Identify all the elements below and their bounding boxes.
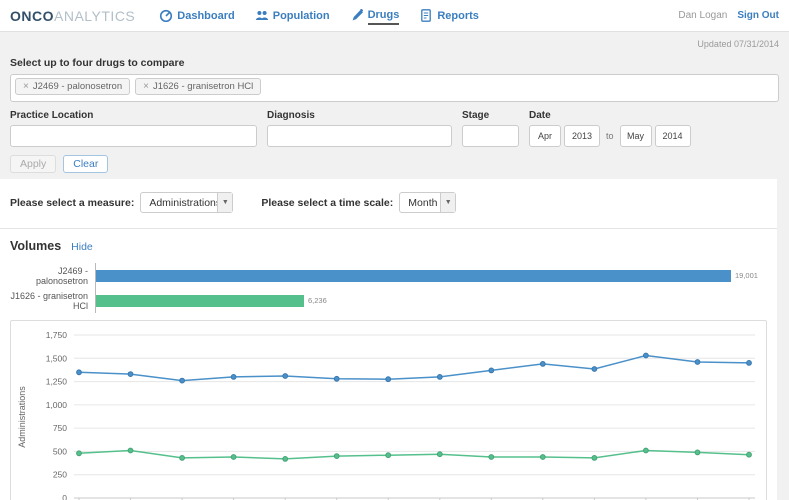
drug-tag-label: J1626 - granisetron HCl: [153, 81, 253, 92]
logo-primary: ONCO: [10, 8, 54, 24]
remove-tag-icon[interactable]: ×: [143, 81, 149, 92]
user-name: Dan Logan: [678, 10, 727, 21]
measure-select-value: Administrations: [141, 193, 217, 212]
bar-track: 19,001: [95, 263, 767, 288]
volumes-title: Volumes: [10, 239, 61, 253]
bar-row: J1626 - granisetron HCl 6,236: [10, 288, 767, 313]
nav-label: Dashboard: [177, 8, 234, 24]
svg-text:Administrations: Administrations: [17, 386, 27, 448]
drug-tag-label: J2469 - palonosetron: [33, 81, 122, 92]
dashboard-icon: [159, 9, 173, 22]
bar-label: J2469 - palonosetron: [10, 266, 95, 286]
nav-label: Population: [273, 8, 330, 24]
bar-value: 6,236: [308, 296, 327, 305]
date-from-month-select[interactable]: Apr: [529, 125, 561, 147]
drug-selector-label: Select up to four drugs to compare: [10, 57, 779, 69]
main-nav: Dashboard Population Drugs Reports: [149, 0, 489, 31]
svg-text:1,250: 1,250: [46, 377, 68, 387]
diagnosis-input[interactable]: [267, 125, 452, 147]
drug-tag[interactable]: × J2469 - palonosetron: [15, 78, 130, 95]
date-field: Date Apr 2013 to May 2014: [529, 110, 691, 147]
sign-out-link[interactable]: Sign Out: [737, 10, 779, 21]
nav-item-dashboard[interactable]: Dashboard: [149, 0, 244, 31]
bar-row: J2469 - palonosetron 19,001: [10, 263, 767, 288]
date-to-year-select[interactable]: 2014: [655, 125, 691, 147]
administrations-line-chart: 02505007501,0001,2501,5001,750Apr '13May…: [11, 321, 766, 500]
measure-controls-row: Please select a measure: Administrations…: [0, 179, 777, 229]
svg-text:250: 250: [53, 470, 67, 480]
bar-label: J1626 - granisetron HCl: [10, 291, 95, 311]
filter-buttons-row: Apply Clear: [10, 155, 779, 173]
main-panel: Please select a measure: Administrations…: [0, 179, 777, 500]
bar-track: 6,236: [95, 288, 767, 313]
apply-button[interactable]: Apply: [10, 155, 56, 173]
measure-select[interactable]: Administrations ▼: [140, 192, 233, 213]
svg-text:500: 500: [53, 446, 67, 456]
measure-select-label: Please select a measure:: [10, 197, 134, 209]
drugs-dropper-icon: [350, 9, 364, 22]
administrations-line-chart-box: 02505007501,0001,2501,5001,750Apr '13May…: [10, 320, 767, 500]
population-icon: [255, 9, 269, 22]
volumes-section: Volumes Hide J2469 - palonosetron 19,001…: [0, 229, 777, 313]
header-user-area: Dan Logan Sign Out: [678, 10, 779, 21]
stage-label: Stage: [462, 110, 519, 121]
diagnosis-label: Diagnosis: [267, 110, 452, 121]
filter-section: Updated 07/31/2014 Select up to four dru…: [0, 32, 789, 179]
chevron-down-icon: ▼: [217, 193, 232, 212]
top-header: ONCOANALYTICS Dashboard Population Drugs…: [0, 0, 789, 32]
date-from-year-select[interactable]: 2013: [564, 125, 600, 147]
practice-location-field: Practice Location: [10, 110, 257, 147]
reports-icon: [419, 9, 433, 22]
svg-text:750: 750: [53, 423, 67, 433]
time-scale-select-value: Month: [400, 193, 440, 212]
time-scale-select[interactable]: Month ▼: [399, 192, 456, 213]
nav-item-reports[interactable]: Reports: [409, 0, 489, 31]
updated-timestamp: Updated 07/31/2014: [10, 32, 779, 56]
drug-tag[interactable]: × J1626 - granisetron HCl: [135, 78, 261, 95]
drug-tag-input[interactable]: × J2469 - palonosetron × J1626 - granise…: [10, 74, 779, 102]
diagnosis-field: Diagnosis: [267, 110, 452, 147]
svg-text:1,750: 1,750: [46, 330, 68, 340]
date-to-month-select[interactable]: May: [620, 125, 652, 147]
date-separator-label: to: [606, 131, 614, 141]
clear-button[interactable]: Clear: [63, 155, 108, 173]
chevron-down-icon: ▼: [440, 193, 455, 212]
filter-fields-row: Practice Location Diagnosis Stage Date A…: [10, 110, 779, 147]
stage-field: Stage: [462, 110, 519, 147]
svg-text:0: 0: [62, 493, 67, 500]
date-label: Date: [529, 110, 691, 121]
bar-fill-palonosetron: [96, 270, 731, 282]
bar-fill-granisetron: [96, 295, 304, 307]
nav-item-drugs[interactable]: Drugs: [340, 0, 410, 31]
nav-label: Drugs: [368, 7, 400, 25]
svg-text:1,500: 1,500: [46, 353, 68, 363]
svg-text:1,000: 1,000: [46, 400, 68, 410]
practice-location-input[interactable]: [10, 125, 257, 147]
time-scale-select-label: Please select a time scale:: [261, 197, 393, 209]
remove-tag-icon[interactable]: ×: [23, 81, 29, 92]
stage-input[interactable]: [462, 125, 519, 147]
volumes-header: Volumes Hide: [10, 239, 767, 253]
volumes-bar-chart: J2469 - palonosetron 19,001 J1626 - gran…: [10, 263, 767, 313]
nav-label: Reports: [437, 8, 479, 24]
bar-value: 19,001: [735, 271, 758, 280]
nav-item-population[interactable]: Population: [245, 0, 340, 31]
practice-location-label: Practice Location: [10, 110, 257, 121]
app-logo: ONCOANALYTICS: [10, 8, 135, 24]
date-range-group: Apr 2013 to May 2014: [529, 125, 691, 147]
hide-volumes-link[interactable]: Hide: [71, 241, 93, 253]
logo-secondary: ANALYTICS: [54, 8, 135, 24]
